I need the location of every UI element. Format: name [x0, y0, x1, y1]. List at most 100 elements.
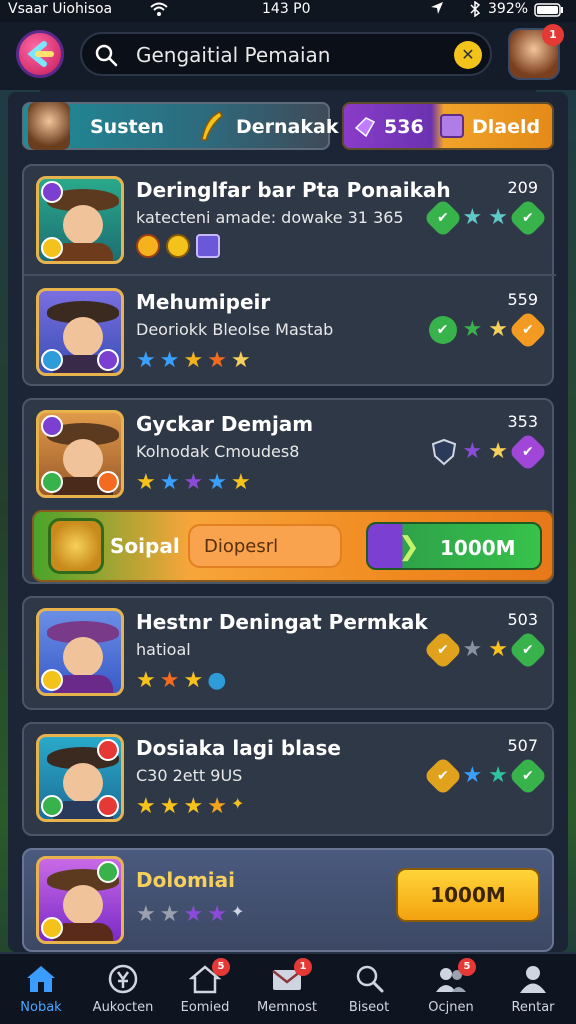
- bottom-nav: Nobak Aukocten 5 Eomied 1 Memnost Biseot…: [0, 952, 576, 1024]
- battery-icon: [534, 3, 564, 21]
- promo-input[interactable]: Diopesrl: [188, 524, 342, 568]
- profile-avatar[interactable]: 1: [508, 24, 564, 80]
- feather-icon: [201, 111, 223, 141]
- check-icon: ✔: [428, 316, 457, 344]
- nav-label: Ocjnen: [428, 1000, 474, 1015]
- star-icon: ★: [159, 902, 180, 927]
- item-title: Mehumipeir: [136, 290, 271, 314]
- star-icon: ★: [136, 902, 156, 927]
- check-icon: ✔: [508, 630, 548, 670]
- featured-card[interactable]: Dolomiai ★ ★ ★ ★ ✦ 1000M: [22, 848, 554, 952]
- star-icon: ★: [462, 317, 483, 342]
- wifi-icon: [150, 1, 168, 21]
- nav-item-coins[interactable]: Aukocten: [82, 954, 164, 1024]
- item-rating: ✔ ★ ★ ✔: [422, 198, 548, 238]
- list-item[interactable]: Dosiaka lagi blase C30 2ett 9US ★ ★ ★ ★ …: [24, 724, 556, 834]
- item-rating: ✔ ★ ★ ✔: [422, 630, 548, 670]
- search-icon: [356, 965, 384, 993]
- shield-badge-icon: [41, 237, 63, 259]
- star-icon: ✦: [230, 794, 245, 813]
- star-icon: ★: [159, 668, 180, 693]
- status-carrier: Vsaar Uiohisoa: [8, 1, 113, 17]
- gem-count: 536: [384, 116, 424, 138]
- search-bar[interactable]: Gengaitial Pemaian ✕: [80, 32, 492, 76]
- star-icon: ★: [207, 794, 227, 819]
- item-subtitle: hatioal: [136, 640, 191, 659]
- profile-icon: [520, 966, 546, 993]
- nav-item-house[interactable]: 5 Eomied: [164, 954, 246, 1024]
- battery-level: 392%: [488, 1, 529, 17]
- item-subtitle: katecteni amade: dowake 31 365: [136, 208, 404, 227]
- bluetooth-icon: [470, 0, 481, 21]
- check-icon: ✔: [422, 756, 463, 796]
- star-icon: ★: [488, 439, 508, 464]
- star-icon: ★: [136, 794, 156, 819]
- star-icon: ★: [183, 470, 204, 495]
- status-bar: Vsaar Uiohisoa 143 P0 392%: [0, 0, 576, 22]
- star-icon: ★: [488, 637, 508, 662]
- clear-search-button[interactable]: ✕: [454, 41, 482, 69]
- star-icon: ★: [159, 470, 180, 495]
- nav-label: Aukocten: [92, 1000, 154, 1015]
- shield-icon: [431, 438, 456, 466]
- star-icon: ★: [488, 205, 508, 230]
- tab-system[interactable]: Susten Dernakak: [22, 102, 338, 150]
- nav-badge: 1: [294, 958, 312, 976]
- character-portrait: [36, 608, 124, 696]
- flame-icon: [97, 471, 119, 493]
- list-item[interactable]: Gyckar Demjam Kolnodak Cmoudes8 ★ ★ ★ ★ …: [24, 400, 556, 510]
- nav-item-search[interactable]: Biseot: [328, 954, 410, 1024]
- star-icon: ★: [183, 348, 204, 373]
- nav-label: Rentar: [511, 1000, 555, 1015]
- item-stars: ★ ★ ★ ●: [136, 668, 226, 693]
- star-icon: ★: [207, 902, 227, 927]
- search-input[interactable]: Gengaitial Pemaian: [136, 43, 330, 67]
- item-rating: ✔ ★ ★ ✔: [422, 756, 548, 796]
- gem-icon: [354, 117, 376, 138]
- check-icon: ✔: [508, 756, 548, 796]
- nav-item-profile[interactable]: Rentar: [492, 954, 574, 1024]
- item-score: 559: [507, 290, 538, 309]
- item-rating: ✔ ★ ★ ✔: [428, 310, 548, 350]
- nav-label: Memnost: [257, 1000, 317, 1015]
- check-icon: ✔: [508, 198, 548, 238]
- item-stars: ★ ★ ★ ★ ✦: [136, 902, 244, 927]
- nav-label: Biseot: [348, 1000, 390, 1015]
- star-icon: ★: [462, 637, 483, 662]
- item-subtitle: Deoriokk Bleolse Mastab: [136, 320, 334, 339]
- nav-item-home[interactable]: Nobak: [0, 954, 82, 1024]
- character-portrait: [36, 176, 124, 264]
- rank-badge-icon: [41, 415, 63, 437]
- star-icon: ★: [230, 348, 251, 373]
- item-badges: [136, 234, 220, 258]
- list-item[interactable]: Deringlfar bar Pta Ponaikah katecteni am…: [24, 166, 556, 276]
- promo-claim-button[interactable]: ❯ 1000M: [366, 522, 542, 570]
- star-icon: ★: [462, 763, 483, 788]
- nav-item-friends[interactable]: 5 Ocjnen: [410, 954, 492, 1024]
- card-icon: [440, 114, 464, 138]
- gear-icon: [48, 518, 104, 574]
- badge-icon: [166, 234, 190, 258]
- item-subtitle: C30 2ett 9US: [136, 766, 243, 785]
- star-icon: ★: [183, 902, 204, 927]
- tab-currency[interactable]: 536 Dlaeld: [342, 102, 554, 150]
- flame-icon: [97, 795, 119, 817]
- character-portrait: [36, 734, 124, 822]
- shield-badge-icon: [41, 471, 63, 493]
- item-stars: ★ ★ ★ ★ ★: [136, 348, 251, 373]
- nav-item-mail[interactable]: 1 Memnost: [246, 954, 328, 1024]
- back-button[interactable]: [16, 30, 64, 78]
- star-icon: ★: [207, 348, 227, 373]
- star-icon: ★: [136, 470, 156, 495]
- home-icon: [27, 966, 55, 992]
- nav-label: Eomied: [180, 1000, 230, 1015]
- rank-badge-icon: [97, 349, 119, 371]
- tab-system-label: Susten: [90, 116, 165, 138]
- list-item[interactable]: Mehumipeir Deoriokk Bleolse Mastab ★ ★ ★…: [24, 278, 556, 388]
- list-item[interactable]: Hestnr Deningat Permkak hatioal ★ ★ ★ ● …: [24, 598, 556, 708]
- promo-field-value: Diopesrl: [204, 536, 279, 557]
- shield-badge-icon: [41, 349, 63, 371]
- list-card: Dosiaka lagi blase C30 2ett 9US ★ ★ ★ ★ …: [22, 722, 554, 836]
- featured-buy-button[interactable]: 1000M: [396, 868, 540, 922]
- item-subtitle: Kolnodak Cmoudes8: [136, 442, 300, 461]
